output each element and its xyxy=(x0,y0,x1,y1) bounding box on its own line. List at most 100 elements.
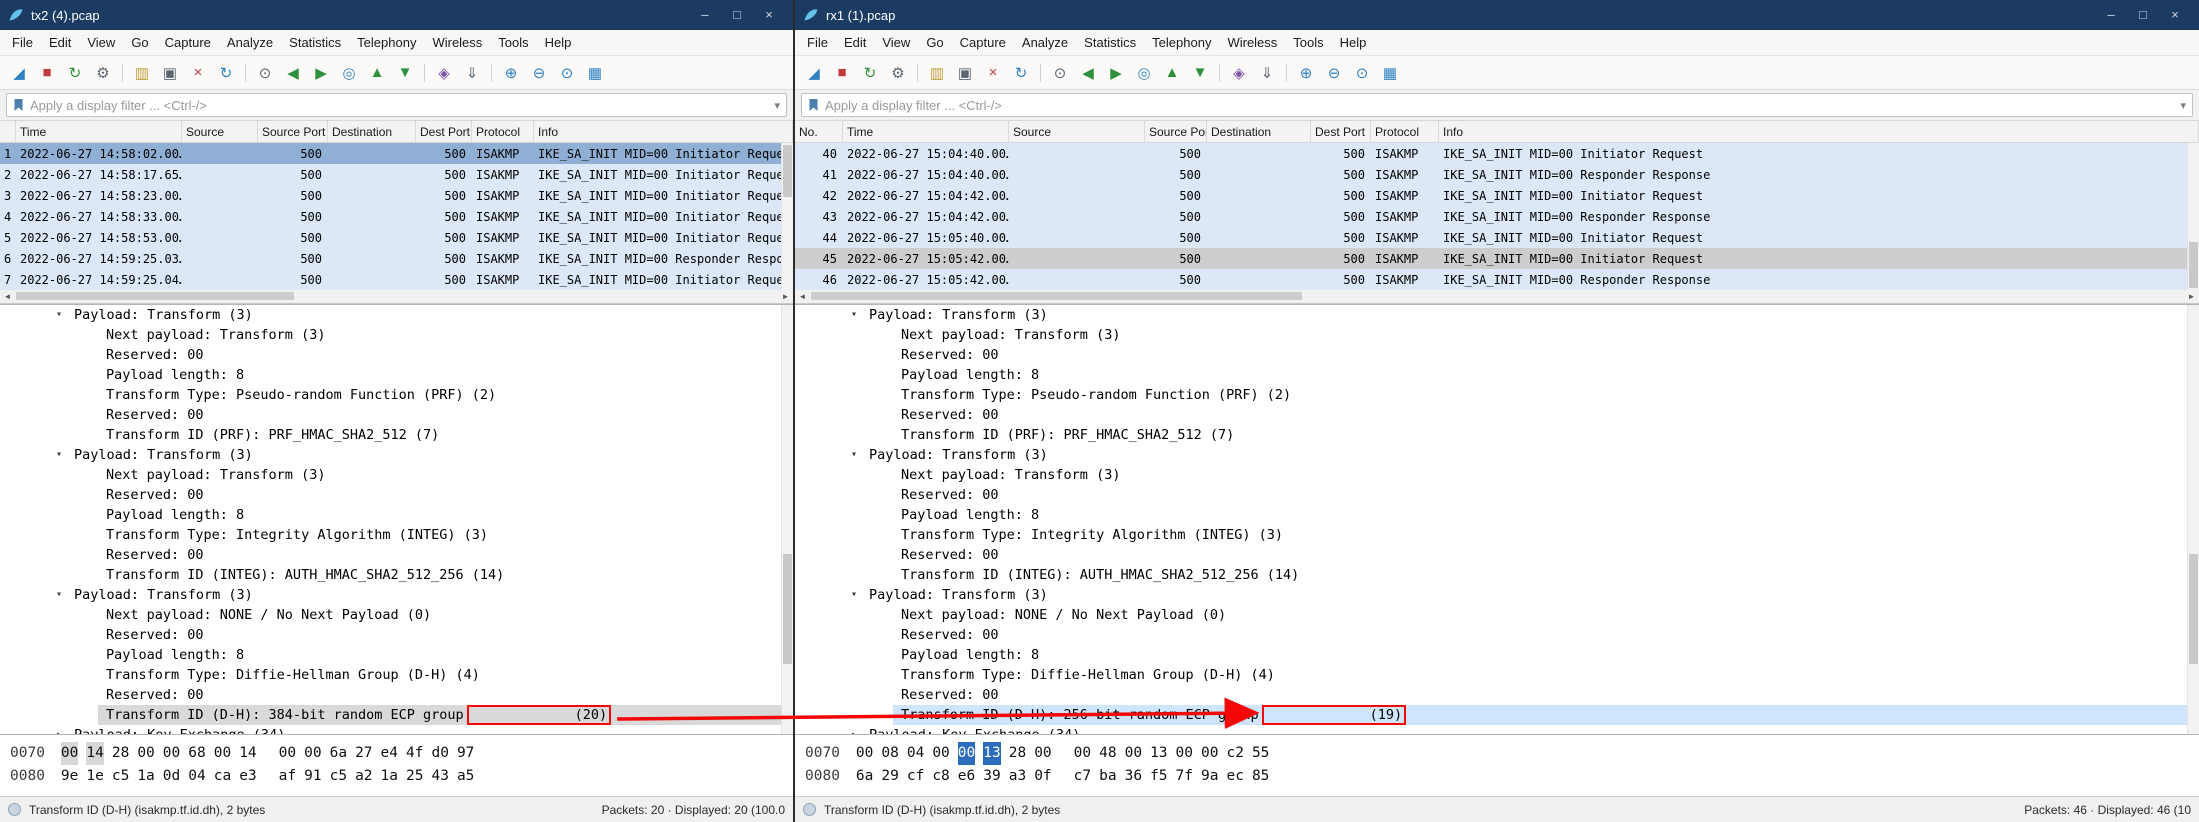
column-header-info[interactable]: Info xyxy=(534,121,793,142)
zoom-100-icon[interactable]: ⊙ xyxy=(1349,61,1375,85)
capture-start-icon[interactable]: ◢ xyxy=(6,61,32,85)
tree-line[interactable]: Next payload: Transform (3) xyxy=(795,465,2199,485)
find-packet-icon[interactable]: ⊙ xyxy=(1047,61,1073,85)
hex-byte[interactable]: 00 xyxy=(214,742,231,765)
packet-row[interactable]: 462022-06-27 15:05:42.00…500500ISAKMPIKE… xyxy=(795,269,2199,290)
menu-item-statistics[interactable]: Statistics xyxy=(281,35,349,50)
menu-item-wireless[interactable]: Wireless xyxy=(424,35,490,50)
column-header-dest-port[interactable]: Dest Port xyxy=(416,121,472,142)
hex-byte[interactable]: 1a xyxy=(381,765,398,788)
go-last-icon[interactable]: ▼ xyxy=(1187,61,1213,85)
hex-byte[interactable]: 00 xyxy=(137,742,154,765)
packet-row[interactable]: 22022-06-27 14:58:17.65…500500ISAKMPIKE_… xyxy=(0,164,793,185)
capture-options-icon[interactable]: ⚙ xyxy=(90,61,116,85)
hex-byte[interactable]: 7f xyxy=(1176,765,1193,788)
scroll-right-icon[interactable]: ► xyxy=(2184,290,2199,303)
menu-item-telephony[interactable]: Telephony xyxy=(349,35,424,50)
packet-list-scrollbar[interactable] xyxy=(781,143,793,290)
capture-stop-icon[interactable]: ■ xyxy=(34,61,60,85)
packet-row[interactable]: 62022-06-27 14:59:25.03…500500ISAKMPIKE_… xyxy=(0,248,793,269)
hex-byte[interactable]: e6 xyxy=(958,765,975,788)
menu-item-wireless[interactable]: Wireless xyxy=(1219,35,1285,50)
hex-byte[interactable]: cf xyxy=(907,765,924,788)
packet-row[interactable]: 42022-06-27 14:58:33.00…500500ISAKMPIKE_… xyxy=(0,206,793,227)
packet-row[interactable]: 72022-06-27 14:59:25.04…500500ISAKMPIKE_… xyxy=(0,269,793,290)
tree-line[interactable]: Transform ID (PRF): PRF_HMAC_SHA2_512 (7… xyxy=(0,425,793,445)
hex-byte[interactable]: 04 xyxy=(188,765,205,788)
column-header-no[interactable]: No. xyxy=(795,121,843,142)
horizontal-scrollbar[interactable]: ◄ ► xyxy=(0,290,793,304)
hex-line[interactable]: 0070001428000068001400006a27e44fd097 xyxy=(10,742,793,765)
tree-line[interactable]: Transform Type: Integrity Algorithm (INT… xyxy=(795,525,2199,545)
close-button[interactable]: × xyxy=(2159,0,2191,30)
tree-line[interactable]: Transform Type: Pseudo-random Function (… xyxy=(0,385,793,405)
detail-scrollbar[interactable] xyxy=(781,305,793,734)
hex-byte[interactable]: c5 xyxy=(330,765,347,788)
resize-columns-icon[interactable]: ▦ xyxy=(582,61,608,85)
go-first-icon[interactable]: ▲ xyxy=(364,61,390,85)
menu-item-statistics[interactable]: Statistics xyxy=(1076,35,1144,50)
tree-line[interactable]: Reserved: 00 xyxy=(795,625,2199,645)
hex-byte[interactable]: 9e xyxy=(61,765,78,788)
tree-line[interactable]: Transform ID (INTEG): AUTH_HMAC_SHA2_512… xyxy=(795,565,2199,585)
hex-line[interactable]: 00700008040000132800004800130000c255 xyxy=(805,742,2199,765)
go-to-packet-icon[interactable]: ◎ xyxy=(336,61,362,85)
tree-line[interactable]: ▾Payload: Transform (3) xyxy=(0,305,793,325)
expert-info-icon[interactable] xyxy=(803,803,816,816)
packet-row[interactable]: 432022-06-27 15:04:42.00…500500ISAKMPIKE… xyxy=(795,206,2199,227)
hex-byte[interactable]: c7 xyxy=(1074,765,1091,788)
tree-line[interactable]: Payload length: 8 xyxy=(795,505,2199,525)
menu-item-file[interactable]: File xyxy=(4,35,41,50)
tree-line[interactable]: Transform Type: Diffie-Hellman Group (D-… xyxy=(795,665,2199,685)
column-header-protocol[interactable]: Protocol xyxy=(1371,121,1439,142)
hex-byte[interactable]: 6a xyxy=(330,742,347,765)
reload-file-icon[interactable]: ↻ xyxy=(213,61,239,85)
open-file-icon[interactable]: ▥ xyxy=(924,61,950,85)
hex-byte[interactable]: 00 xyxy=(1034,742,1051,765)
hex-line[interactable]: 00809e1ec51a0d04cae3af91c5a21a2543a5 xyxy=(10,765,793,788)
packet-row[interactable]: 402022-06-27 15:04:40.00…500500ISAKMPIKE… xyxy=(795,143,2199,164)
hex-byte[interactable]: 14 xyxy=(239,742,256,765)
tree-line[interactable]: Reserved: 00 xyxy=(0,625,793,645)
scrollbar-thumb[interactable] xyxy=(2189,242,2198,288)
tree-line[interactable]: Payload length: 8 xyxy=(795,645,2199,665)
column-header-source-port[interactable]: Source Port xyxy=(258,121,328,142)
tree-line[interactable]: Reserved: 00 xyxy=(0,685,793,705)
save-file-icon[interactable]: ▣ xyxy=(157,61,183,85)
go-to-packet-icon[interactable]: ◎ xyxy=(1131,61,1157,85)
menu-item-edit[interactable]: Edit xyxy=(836,35,874,50)
hex-byte[interactable]: 97 xyxy=(457,742,474,765)
hex-byte[interactable]: 13 xyxy=(983,742,1000,765)
column-header-time[interactable]: Time xyxy=(843,121,1009,142)
hex-byte[interactable]: 0d xyxy=(163,765,180,788)
menu-item-view[interactable]: View xyxy=(79,35,123,50)
menu-item-view[interactable]: View xyxy=(874,35,918,50)
tree-line[interactable]: Transform Type: Integrity Algorithm (INT… xyxy=(0,525,793,545)
capture-stop-icon[interactable]: ■ xyxy=(829,61,855,85)
menu-item-help[interactable]: Help xyxy=(1332,35,1375,50)
horizontal-scrollbar[interactable]: ◄ ► xyxy=(795,290,2199,304)
hex-byte[interactable]: 00 xyxy=(61,742,78,765)
tree-line[interactable]: Transform Type: Pseudo-random Function (… xyxy=(795,385,2199,405)
hex-byte[interactable]: 04 xyxy=(907,742,924,765)
column-header-destination[interactable]: Destination xyxy=(328,121,416,142)
tree-line[interactable]: Reserved: 00 xyxy=(0,545,793,565)
column-header-time[interactable]: Time xyxy=(16,121,182,142)
hex-byte[interactable]: a3 xyxy=(1009,765,1026,788)
hex-byte[interactable]: e3 xyxy=(239,765,256,788)
hex-byte[interactable]: 1e xyxy=(86,765,103,788)
menu-item-tools[interactable]: Tools xyxy=(490,35,536,50)
hex-byte[interactable]: 28 xyxy=(1009,742,1026,765)
hex-byte[interactable]: 91 xyxy=(304,765,321,788)
hex-byte[interactable]: c8 xyxy=(932,765,949,788)
resize-columns-icon[interactable]: ▦ xyxy=(1377,61,1403,85)
column-header-source[interactable]: Source xyxy=(182,121,258,142)
find-packet-icon[interactable]: ⊙ xyxy=(252,61,278,85)
hex-byte[interactable]: e4 xyxy=(381,742,398,765)
tree-line[interactable]: Payload length: 8 xyxy=(795,365,2199,385)
tree-line[interactable]: Reserved: 00 xyxy=(795,545,2199,565)
packet-list-scrollbar[interactable] xyxy=(2187,143,2199,290)
tree-line[interactable]: Next payload: NONE / No Next Payload (0) xyxy=(0,605,793,625)
hex-byte[interactable]: 00 xyxy=(304,742,321,765)
colorize-icon[interactable]: ◈ xyxy=(431,61,457,85)
